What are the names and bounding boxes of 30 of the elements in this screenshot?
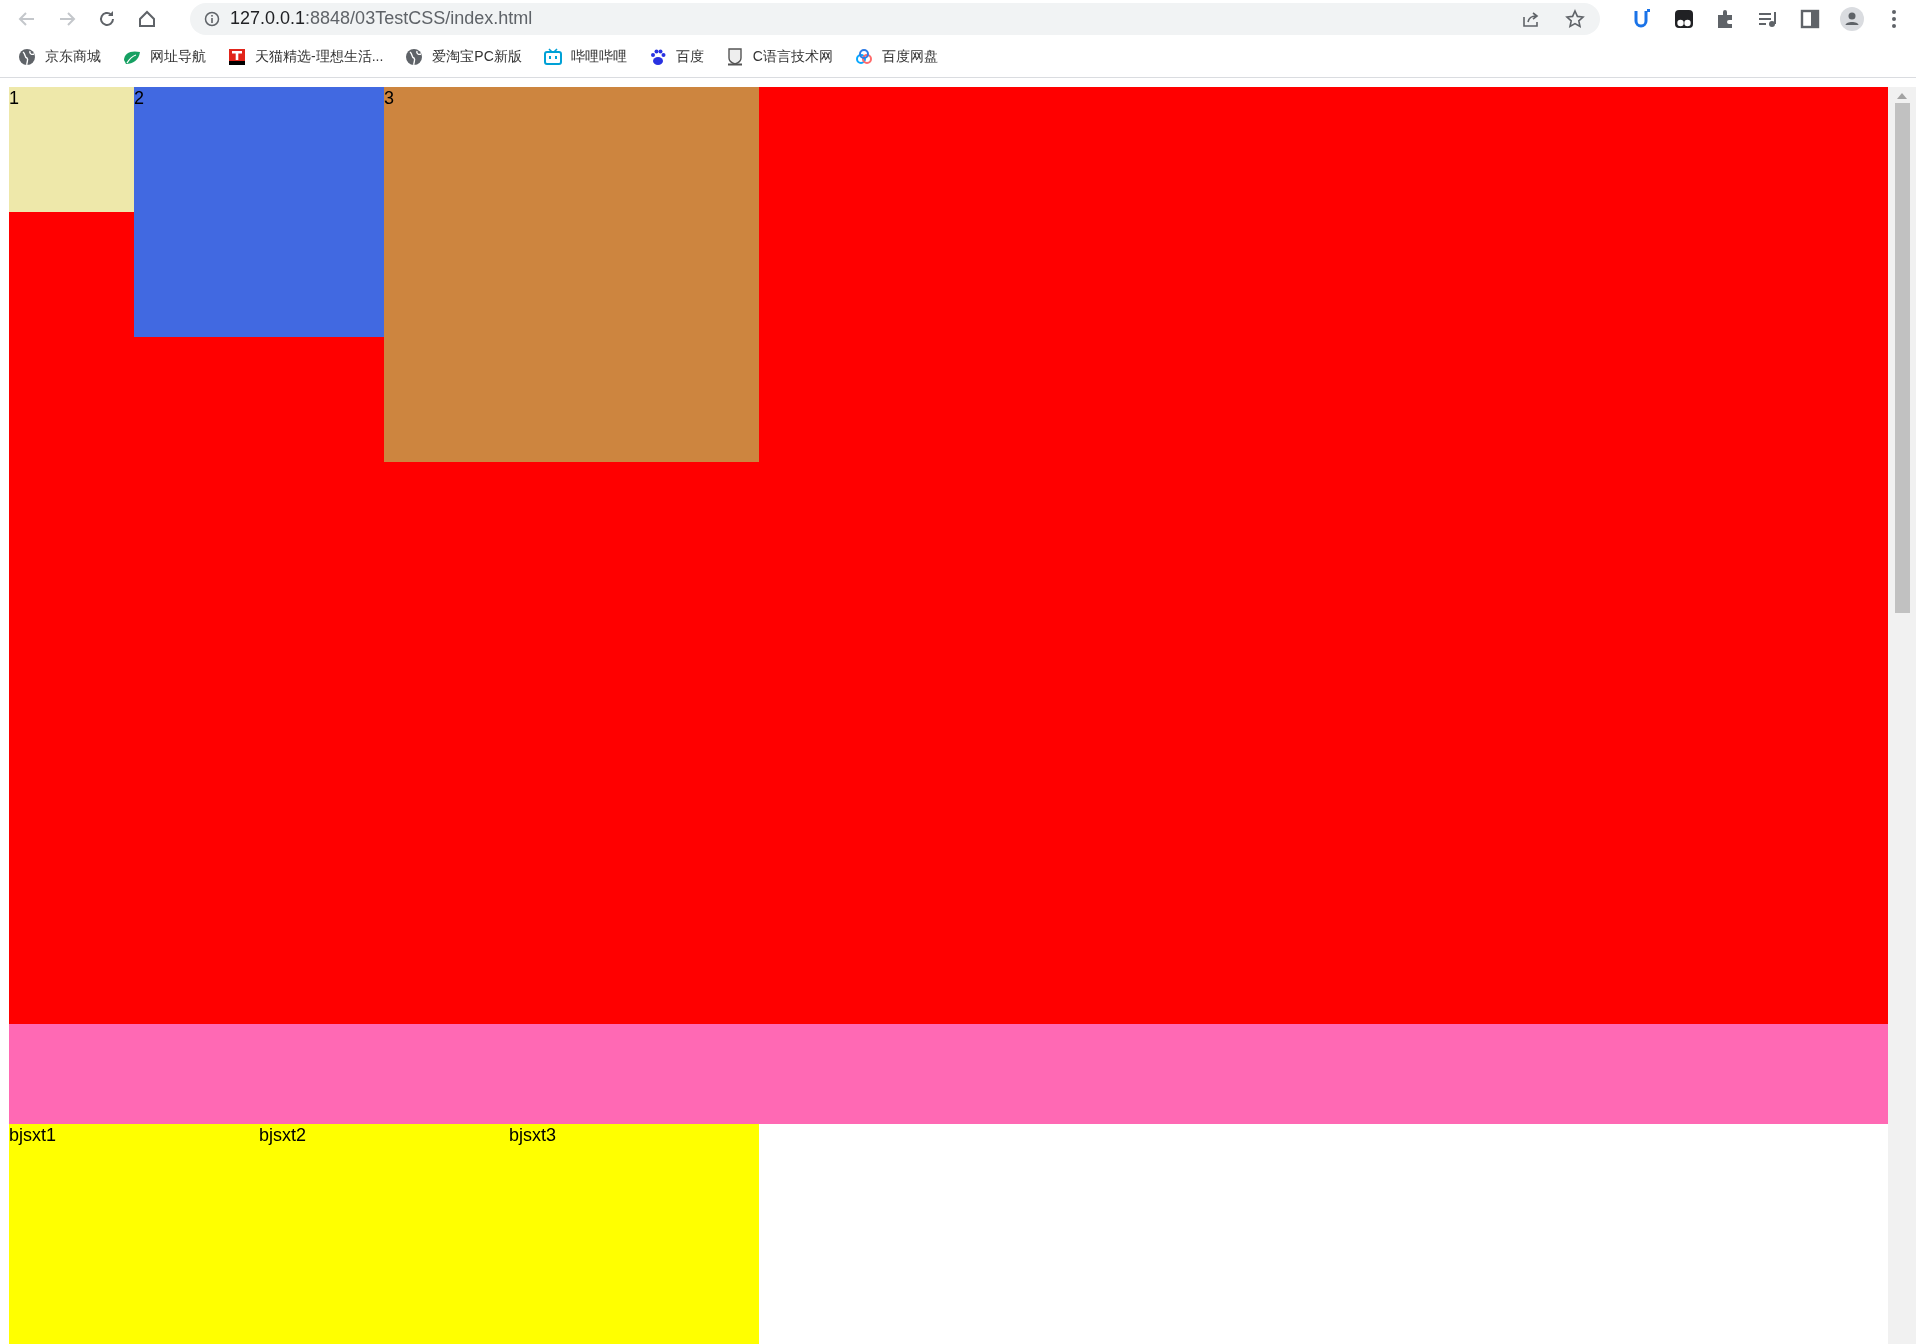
bookmark-link[interactable]: 哔哩哔哩 — [541, 46, 629, 68]
item-label: bjsxt3 — [509, 1124, 558, 1146]
float-block: 1 — [9, 87, 134, 212]
cloud-icon — [854, 48, 873, 66]
bookmark-link[interactable]: 百度 — [646, 46, 706, 68]
bookmark-link[interactable]: C语言技术网 — [723, 46, 835, 68]
bookmark-link[interactable]: 天猫精选-理想生活... — [226, 46, 386, 68]
item-label: bjsxt2 — [259, 1124, 308, 1146]
profile-avatar-icon[interactable] — [1838, 4, 1866, 33]
tile-icon — [228, 48, 246, 66]
info-icon[interactable] — [204, 10, 220, 27]
scrollbar[interactable] — [1888, 87, 1916, 1344]
scrollbar-thumb[interactable] — [1894, 103, 1910, 613]
bookmark-link[interactable]: 爱淘宝PC新版 — [403, 46, 524, 68]
leaf-icon — [123, 48, 141, 66]
address-bar[interactable]: 127.0.0.1:8848/03TestCSS/index.html — [190, 2, 1600, 35]
shield-icon — [725, 48, 744, 66]
bookmark-link[interactable]: 百度网盘 — [852, 46, 940, 68]
float-block: 3 — [384, 87, 759, 462]
float-block: 2 — [134, 87, 384, 337]
globe-icon — [405, 48, 424, 66]
url-text[interactable]: 127.0.0.1:8848/03TestCSS/index.html — [230, 8, 533, 29]
home-icon[interactable] — [137, 8, 157, 29]
tv-icon — [543, 48, 562, 66]
globe-icon — [18, 48, 36, 66]
paw-icon — [648, 48, 667, 66]
bookmark-link[interactable]: 京东商城 — [16, 46, 103, 68]
item-label: bjsxt1 — [9, 1124, 58, 1146]
bookmark-star-icon[interactable] — [1564, 7, 1586, 30]
bookmark-link[interactable]: 网址导航 — [121, 46, 208, 68]
